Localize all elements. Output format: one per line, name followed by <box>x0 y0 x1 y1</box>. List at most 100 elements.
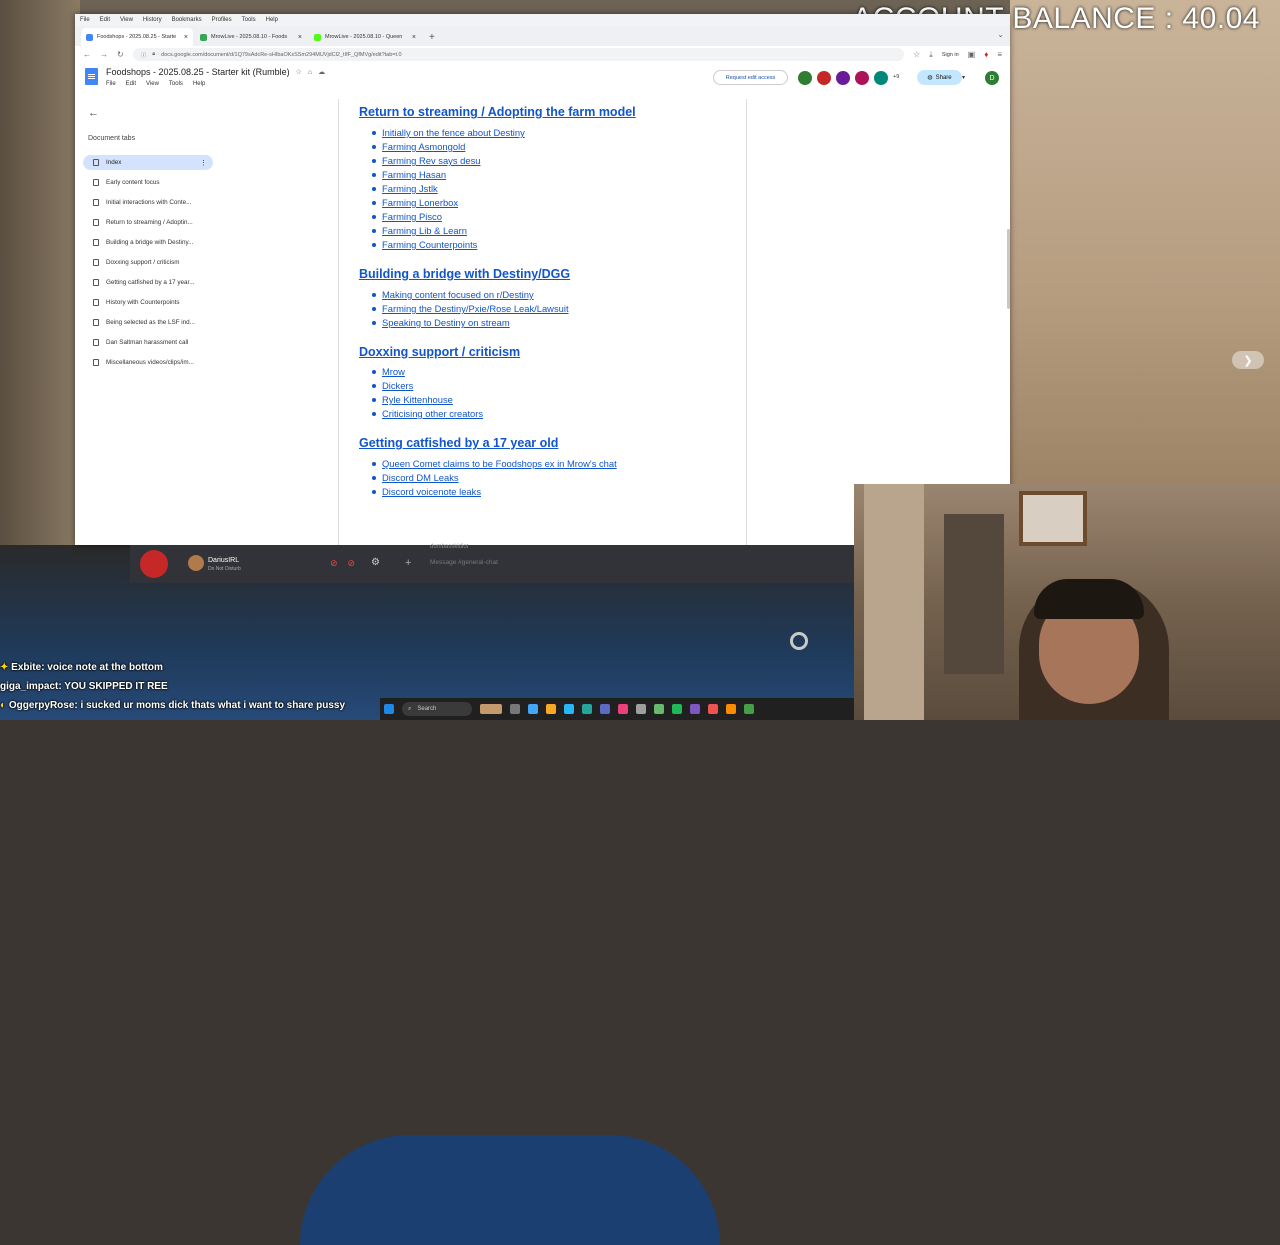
request-edit-access-button[interactable]: Request edit access <box>713 70 788 85</box>
bookmark-star-icon[interactable]: ☆ <box>913 50 920 59</box>
avatar[interactable] <box>188 555 204 571</box>
doc-menu-help[interactable]: Help <box>193 81 205 87</box>
mute-deafen-icon[interactable]: ⊘⊘ <box>330 558 365 569</box>
sidebar-item-early-content[interactable]: Early content focus <box>83 175 213 190</box>
viewer-avatar[interactable] <box>798 71 812 85</box>
list-item-link[interactable]: Farming Jstlk <box>372 183 438 194</box>
user-avatar[interactable]: D <box>985 71 999 85</box>
app-icon[interactable] <box>654 704 664 714</box>
url-field[interactable]: ⓘ 🔒︎ docs.google.com/document/d/1Q79sAdc… <box>132 48 905 61</box>
extension-icon[interactable]: ▣ <box>968 50 976 59</box>
section-heading[interactable]: Getting catfished by a 17 year old <box>359 436 558 450</box>
star-icon[interactable]: ☆ <box>296 68 302 76</box>
download-icon[interactable]: ⤓ <box>929 50 933 60</box>
app-icon[interactable] <box>600 704 610 714</box>
taskbar-search[interactable]: ⌕ Search <box>402 702 472 716</box>
sidebar-item-building-bridge[interactable]: Building a bridge with Destiny... <box>83 235 213 250</box>
list-item-link[interactable]: Farming Pisco <box>372 211 442 222</box>
widget-icon[interactable] <box>480 704 502 714</box>
list-item-link[interactable]: Initially on the fence about Destiny <box>372 127 525 138</box>
file-explorer-icon[interactable] <box>546 704 556 714</box>
task-view-icon[interactable] <box>510 704 520 714</box>
list-item-link[interactable]: Farming Lonerbox <box>371 197 458 208</box>
close-icon[interactable]: × <box>412 34 416 41</box>
youtube-icon[interactable] <box>708 704 718 714</box>
list-item-link[interactable]: Discord voicenote leaks <box>371 486 481 497</box>
more-vert-icon[interactable]: ⋮ <box>200 159 207 167</box>
steam-icon[interactable] <box>636 704 646 714</box>
list-item-link[interactable]: Mrow <box>372 366 405 377</box>
doc-menu-tools[interactable]: Tools <box>169 81 183 87</box>
sidebar-item-index[interactable]: Index ⋮ <box>83 155 213 170</box>
list-item-link[interactable]: Queen Comet claims to be Foodshops ex in… <box>372 458 617 469</box>
browser-tab-1[interactable]: Foodshops - 2025.08.25 - Starte × <box>81 28 193 46</box>
viewer-avatar[interactable] <box>874 71 888 85</box>
doc-menu-view[interactable]: View <box>146 81 159 87</box>
app-icon[interactable] <box>618 704 628 714</box>
menu-tools[interactable]: Tools <box>242 17 256 23</box>
sidebar-item-return-streaming[interactable]: Return to streaming / Adoptin... <box>83 215 213 230</box>
list-item-link[interactable]: Farming Lib & Learn <box>372 225 467 236</box>
chrome-icon[interactable] <box>744 704 754 714</box>
list-item-link[interactable]: Farming the Destiny/Pxie/Rose Leak/Lawsu… <box>372 303 569 314</box>
docs-logo-icon[interactable] <box>85 68 98 85</box>
list-item-link[interactable]: Farming Counterpoints <box>371 239 477 250</box>
list-item-link[interactable]: Ryle Kittenhouse <box>372 394 453 405</box>
next-arrow-icon[interactable]: ❯ <box>1232 351 1264 369</box>
profile-icon[interactable]: ♦ <box>984 50 988 59</box>
more-viewers-count[interactable]: +9 <box>893 74 899 80</box>
app-icon[interactable] <box>582 704 592 714</box>
sidebar-item-lsf[interactable]: Being selected as the LSF ind... <box>83 315 213 330</box>
sidebar-item-dan-saltman[interactable]: Dan Saltman harassment call <box>83 335 213 350</box>
menu-profiles[interactable]: Profiles <box>212 17 232 23</box>
menu-history[interactable]: History <box>143 17 162 23</box>
sidebar-item-misc[interactable]: Miscellaneous videos/clips/im... <box>83 355 213 370</box>
sign-in-button[interactable]: Sign in <box>942 52 959 58</box>
section-heading[interactable]: Return to streaming / Adopting the farm … <box>359 105 636 119</box>
list-item-link[interactable]: Dickers <box>371 380 413 391</box>
back-icon[interactable]: ← <box>83 50 91 59</box>
viewer-avatar[interactable] <box>817 71 831 85</box>
message-input[interactable]: Message #general-chat <box>430 559 498 566</box>
add-attachment-icon[interactable]: + <box>405 557 411 569</box>
windows-start-icon[interactable] <box>384 704 394 714</box>
window-controls-icon[interactable]: ⌄ <box>997 30 1004 39</box>
list-item-link[interactable]: Farming Asmongold <box>371 141 465 152</box>
copilot-icon[interactable] <box>528 704 538 714</box>
doc-menu-file[interactable]: File <box>106 81 116 87</box>
cloud-status-icon[interactable]: ☁ <box>318 68 325 76</box>
menu-file[interactable]: File <box>80 17 90 23</box>
section-heading[interactable]: Building a bridge with Destiny/DGG <box>359 267 570 281</box>
firefox-icon[interactable] <box>726 704 736 714</box>
reload-icon[interactable]: ↻ <box>117 50 124 59</box>
sidebar-item-doxxing[interactable]: Doxxing support / criticism <box>83 255 213 270</box>
back-arrow-icon[interactable]: ← <box>88 107 99 119</box>
forward-icon[interactable]: → <box>100 50 108 59</box>
list-item-link[interactable]: Farming Hasan <box>371 169 446 180</box>
section-heading[interactable]: Doxxing support / criticism <box>359 345 520 359</box>
server-icon[interactable] <box>140 550 168 578</box>
browser-tab-3[interactable]: MrowLive - 2025.08.10 - Queen × <box>309 28 421 46</box>
move-icon[interactable]: ⌂ <box>308 69 312 76</box>
edge-icon[interactable] <box>564 704 574 714</box>
app-icon[interactable] <box>690 704 700 714</box>
gear-icon[interactable]: ⚙ <box>371 557 380 568</box>
list-item-link[interactable]: Making content focused on r/Destiny <box>372 289 534 300</box>
spotify-icon[interactable] <box>672 704 682 714</box>
close-icon[interactable]: × <box>298 34 302 41</box>
viewer-avatar[interactable] <box>855 71 869 85</box>
menu-help[interactable]: Help <box>266 17 278 23</box>
chevron-down-icon[interactable]: ▾ <box>962 74 965 81</box>
new-tab-button[interactable]: + <box>423 32 441 46</box>
menu-edit[interactable]: Edit <box>100 17 110 23</box>
browser-tab-2[interactable]: MrowLive - 2025.08.10 - Foods × <box>195 28 307 46</box>
list-item-link[interactable]: Criticising other creators <box>371 408 483 419</box>
close-icon[interactable]: × <box>184 34 188 41</box>
doc-menu-edit[interactable]: Edit <box>126 81 136 87</box>
sidebar-item-catfished[interactable]: Getting catfished by a 17 year... <box>83 275 213 290</box>
sidebar-item-initial-interactions[interactable]: Initial interactions with Conte... <box>83 195 213 210</box>
list-item-link[interactable]: Farming Rev says desu <box>371 155 480 166</box>
menu-view[interactable]: View <box>120 17 133 23</box>
viewer-avatar[interactable] <box>836 71 850 85</box>
doc-title[interactable]: Foodshops - 2025.08.25 - Starter kit (Ru… <box>106 67 290 77</box>
